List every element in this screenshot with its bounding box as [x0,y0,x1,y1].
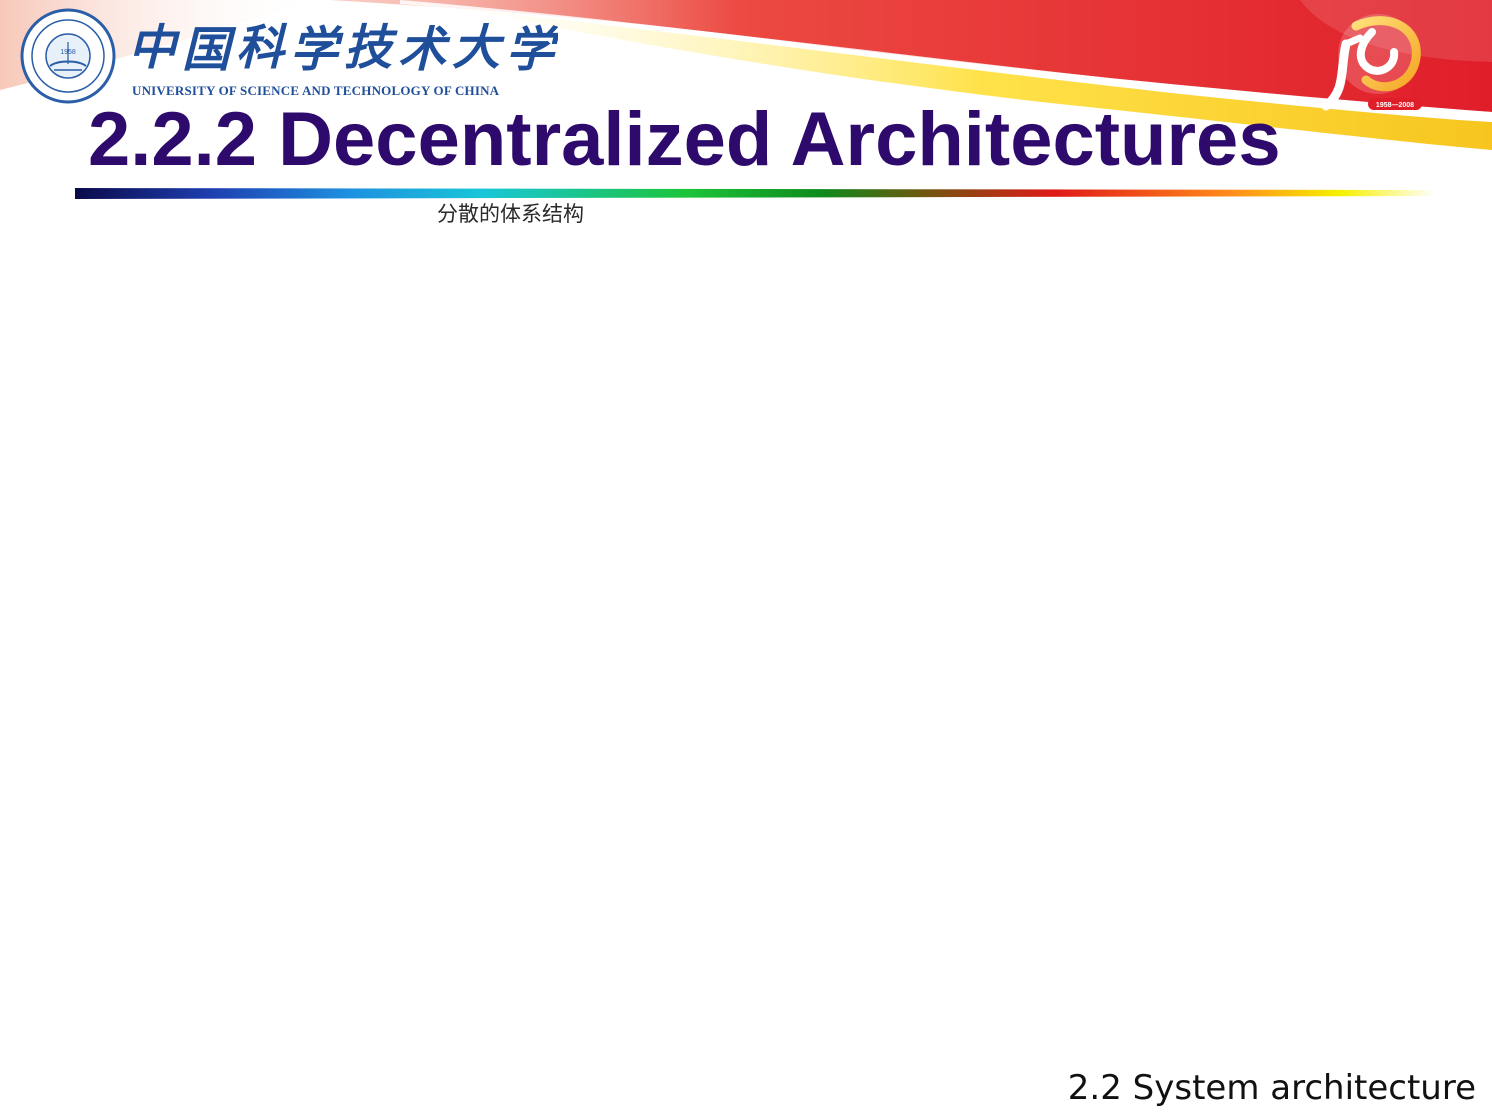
slide-title: 2.2.2 Decentralized Architectures [88,97,1281,182]
seal-year: 1958 [60,49,76,56]
svg-text:学: 学 [506,22,558,78]
university-seal-icon: 1958 [20,8,116,104]
slide: 1958 中 国 科 学 技 术 大 学 UNIVERSITY OF SCIEN… [0,0,1492,1119]
svg-text:科: 科 [236,20,288,76]
slide-subtitle: 分散的体系结构 [437,202,584,226]
anniversary-years: 1958—2008 [1376,102,1414,109]
footer-section-label: 2.2 System architecture [1067,1068,1476,1108]
svg-text:术: 术 [398,22,451,78]
svg-text:大: 大 [452,20,505,76]
school-name-cn-logotype: 中 国 科 学 技 术 大 学 [128,20,558,78]
svg-text:中: 中 [128,20,181,76]
title-underline [75,188,1435,199]
svg-text:学: 学 [290,22,344,78]
svg-text:国: 国 [182,22,237,78]
svg-text:技: 技 [344,20,398,76]
anniversary-50-logo-icon: 1958—2008 [1321,14,1422,111]
